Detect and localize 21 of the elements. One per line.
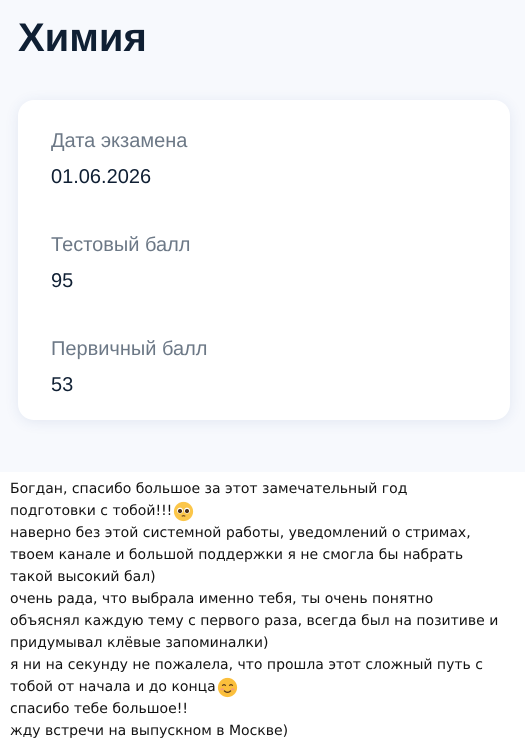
field-label: Первичный балл bbox=[51, 337, 208, 362]
message-text: тобой от начала и до конца bbox=[10, 678, 216, 697]
message-text: спасибо тебе большое!! bbox=[10, 700, 188, 719]
field-value: 95 bbox=[51, 269, 74, 294]
message-text: объяснял каждую тему с первого раза, всегда был на позитиве и bbox=[10, 612, 498, 631]
page-title: Химия bbox=[18, 15, 148, 62]
smiling-face-icon bbox=[216, 676, 238, 698]
message-text: такой высокий бал) bbox=[10, 568, 156, 587]
message-text: придумывал клёвые запоминалки) bbox=[10, 634, 268, 653]
message-text: жду встречи на выпускном в Москве) bbox=[10, 722, 288, 741]
message-text: я ни на секунду не пожалела, что прошла этот сложный путь с bbox=[10, 656, 483, 675]
message-text: Богдан, спасибо большое за этот замечательный год bbox=[10, 480, 408, 499]
message-text: твоем канале и большой поддержки я не смогла бы набрать bbox=[10, 546, 464, 565]
field-value: 53 bbox=[51, 373, 74, 398]
field-value: 01.06.2026 bbox=[51, 165, 152, 190]
message-text: очень рада, что выбрала именно тебя, ты очень понятно bbox=[10, 590, 434, 609]
field-label: Дата экзамена bbox=[51, 129, 188, 154]
field-label: Тестовый балл bbox=[51, 233, 190, 258]
message-text: подготовки с тобой!!! bbox=[10, 502, 172, 521]
message-text: наверно без этой системной работы, уведомлений о стримах, bbox=[10, 524, 471, 543]
pleading-face-icon bbox=[173, 500, 194, 522]
